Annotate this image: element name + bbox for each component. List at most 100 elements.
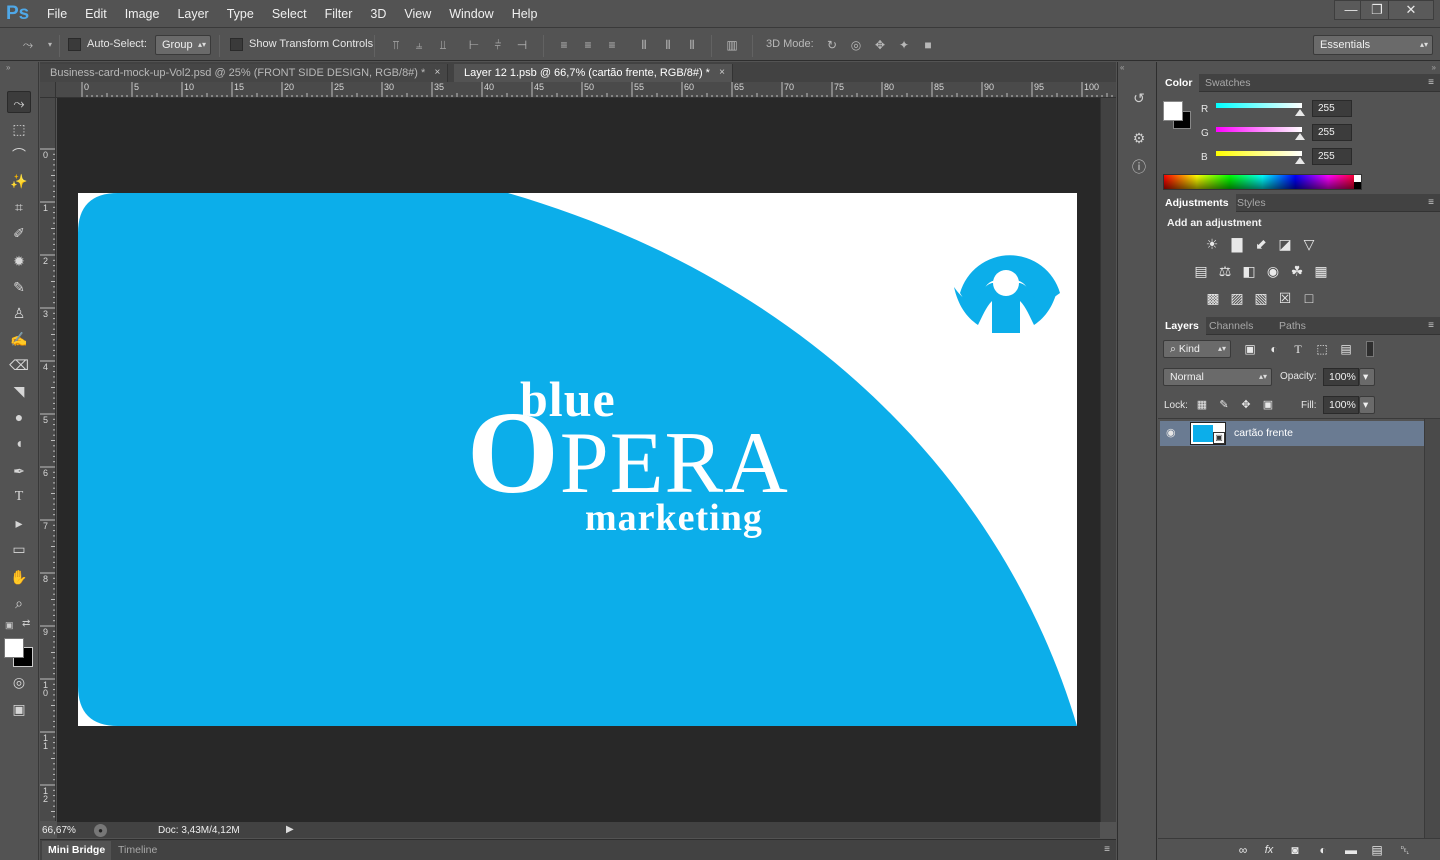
add-mask-icon[interactable]: ◙ <box>1286 841 1304 859</box>
layer-name[interactable]: cartão frente <box>1234 427 1293 439</box>
lasso-tool-icon[interactable]: ⌒ <box>7 144 31 166</box>
ruler-origin[interactable] <box>40 82 56 98</box>
document-canvas[interactable]: blue OPERA marketing <box>78 193 1077 726</box>
menu-3d[interactable]: 3D <box>361 0 395 28</box>
clone-stamp-tool-icon[interactable]: ♙ <box>7 302 31 324</box>
menu-file[interactable]: File <box>38 0 76 28</box>
color-lookup-icon[interactable]: ▦ <box>1312 262 1330 280</box>
menu-edit[interactable]: Edit <box>76 0 116 28</box>
vibrance-icon[interactable]: ▽ <box>1300 235 1318 253</box>
healing-brush-tool-icon[interactable]: ✹ <box>7 250 31 272</box>
align-top-icon[interactable]: ⫪ <box>388 37 404 53</box>
lock-transparent-pixels-icon[interactable]: ▦ <box>1193 396 1211 414</box>
menu-type[interactable]: Type <box>218 0 263 28</box>
blur-tool-icon[interactable]: ● <box>7 406 31 428</box>
distribute-vertical-center-icon[interactable]: ≡ <box>580 37 596 53</box>
collapse-dock-icon[interactable]: « <box>1120 63 1124 72</box>
default-colors-icon[interactable]: ▣ <box>5 620 15 630</box>
marquee-tool-icon[interactable]: ⬚ <box>7 118 31 140</box>
selective-color-icon[interactable]: ☒ <box>1276 289 1294 307</box>
menu-select[interactable]: Select <box>263 0 316 28</box>
color-spectrum-ramp[interactable] <box>1163 174 1362 190</box>
tab-timeline[interactable]: Timeline <box>112 841 163 860</box>
filter-type-icon[interactable]: T <box>1289 340 1307 358</box>
auto-align-layers-icon[interactable]: ▥ <box>724 37 740 53</box>
threshold-icon[interactable]: ▧ <box>1252 289 1270 307</box>
black-white-icon[interactable]: ◧ <box>1240 262 1258 280</box>
hue-saturation-icon[interactable]: ▤ <box>1192 262 1210 280</box>
horizontal-ruler[interactable]: 0 5 10 15 20 25 30 35 40 45 50 55 60 65 70 75 80 85 90 95 10… <box>40 82 1116 98</box>
screen-mode-icon[interactable]: ▣ <box>7 698 31 720</box>
green-slider-thumb[interactable] <box>1295 133 1305 140</box>
close-window-button[interactable]: ✕ <box>1388 0 1434 20</box>
filter-adjustment-icon[interactable]: ◐ <box>1265 340 1283 358</box>
eye-icon[interactable]: ◉ <box>1166 426 1176 439</box>
panel-menu-icon[interactable]: ≡ <box>1428 320 1434 331</box>
ramp-white-swatch[interactable] <box>1354 175 1361 182</box>
lock-image-pixels-icon[interactable]: ✎ <box>1215 396 1233 414</box>
tab-paths[interactable]: Paths <box>1272 317 1313 335</box>
blue-slider[interactable] <box>1216 151 1302 156</box>
move-tool-icon[interactable]: ⤳ <box>7 91 31 113</box>
tab-channels[interactable]: Channels <box>1202 317 1260 335</box>
distribute-horizontal-center-icon[interactable]: ⦀ <box>660 37 676 53</box>
new-group-icon[interactable]: ▬ <box>1342 841 1360 859</box>
tab-layers[interactable]: Layers <box>1158 317 1206 335</box>
paint-bucket-tool-icon[interactable]: ◥ <box>7 380 31 402</box>
menu-view[interactable]: View <box>395 0 440 28</box>
panel-menu-icon[interactable]: ≡ <box>1428 197 1434 208</box>
opacity-slider-toggle[interactable]: ▾ <box>1359 368 1375 386</box>
filter-shape-icon[interactable]: ⬚ <box>1313 340 1331 358</box>
filter-pixel-icon[interactable]: ▣ <box>1241 340 1259 358</box>
red-slider-thumb[interactable] <box>1295 109 1305 116</box>
menu-filter[interactable]: Filter <box>316 0 362 28</box>
history-panel-icon[interactable]: ↺ <box>1130 89 1148 107</box>
photo-filter-icon[interactable]: ◉ <box>1264 262 1282 280</box>
layer-style-icon[interactable]: fx <box>1260 841 1278 859</box>
close-tab-icon[interactable]: × <box>719 64 725 82</box>
distribute-right-icon[interactable]: ⦀ <box>684 37 700 53</box>
collapse-panels-icon[interactable]: » <box>1432 63 1436 72</box>
quick-mask-icon[interactable]: ◎ <box>7 671 31 693</box>
history-brush-tool-icon[interactable]: ✍ <box>7 328 31 350</box>
close-tab-icon[interactable]: × <box>434 64 440 82</box>
workspace-dropdown[interactable]: Essentials ▴▾ <box>1313 35 1433 55</box>
swap-colors-icon[interactable]: ⇄ <box>22 618 30 629</box>
auto-select-dropdown[interactable]: Group ▴▾ <box>155 35 211 55</box>
crop-tool-icon[interactable]: ⌗ <box>7 196 31 218</box>
align-bottom-icon[interactable]: ⫫ <box>435 37 451 53</box>
status-info-icon[interactable]: ● <box>94 824 107 837</box>
gradient-map-icon[interactable]: □ <box>1300 289 1318 307</box>
3d-pan-icon[interactable]: ✥ <box>872 37 888 53</box>
zoom-tool-icon[interactable]: ⌕ <box>7 592 31 614</box>
path-selection-tool-icon[interactable]: ▸ <box>7 512 31 534</box>
document-tab[interactable]: Business-card-mock-up-Vol2.psd @ 25% (FR… <box>40 64 449 82</box>
vertical-scrollbar[interactable] <box>1100 98 1116 822</box>
info-panel-icon[interactable]: ⓘ <box>1130 158 1148 176</box>
blue-slider-thumb[interactable] <box>1295 157 1305 164</box>
panel-menu-icon[interactable]: ≡ <box>1104 844 1110 855</box>
brush-tool-icon[interactable]: ✎ <box>7 276 31 298</box>
align-horizontal-center-icon[interactable]: ⫩ <box>490 37 506 53</box>
red-slider[interactable] <box>1216 103 1302 108</box>
green-slider[interactable] <box>1216 127 1302 132</box>
3d-scale-icon[interactable]: ■ <box>920 37 936 53</box>
tab-color[interactable]: Color <box>1158 74 1200 92</box>
menu-layer[interactable]: Layer <box>168 0 217 28</box>
move-tool-preset-icon[interactable]: ⤳ <box>20 37 36 53</box>
eraser-tool-icon[interactable]: ⌫ <box>7 354 31 376</box>
tab-adjustments[interactable]: Adjustments <box>1158 194 1236 212</box>
collapse-toolbar-icon[interactable]: » <box>6 63 10 72</box>
opacity-field[interactable]: 100% <box>1323 368 1359 386</box>
rectangle-tool-icon[interactable]: ▭ <box>7 538 31 560</box>
fill-slider-toggle[interactable]: ▾ <box>1359 396 1375 414</box>
fill-field[interactable]: 100% <box>1323 396 1359 414</box>
align-vertical-center-icon[interactable]: ⫨ <box>411 37 427 53</box>
trash-icon[interactable]: ␡ <box>1396 841 1414 859</box>
document-tab-active[interactable]: Layer 12 1.psb @ 66,7% (cartão frente, R… <box>454 64 733 82</box>
red-value-field[interactable]: 255 <box>1312 100 1352 117</box>
menu-window[interactable]: Window <box>440 0 502 28</box>
green-value-field[interactable]: 255 <box>1312 124 1352 141</box>
new-layer-icon[interactable]: ▤ <box>1368 841 1386 859</box>
tab-styles[interactable]: Styles <box>1230 194 1273 212</box>
